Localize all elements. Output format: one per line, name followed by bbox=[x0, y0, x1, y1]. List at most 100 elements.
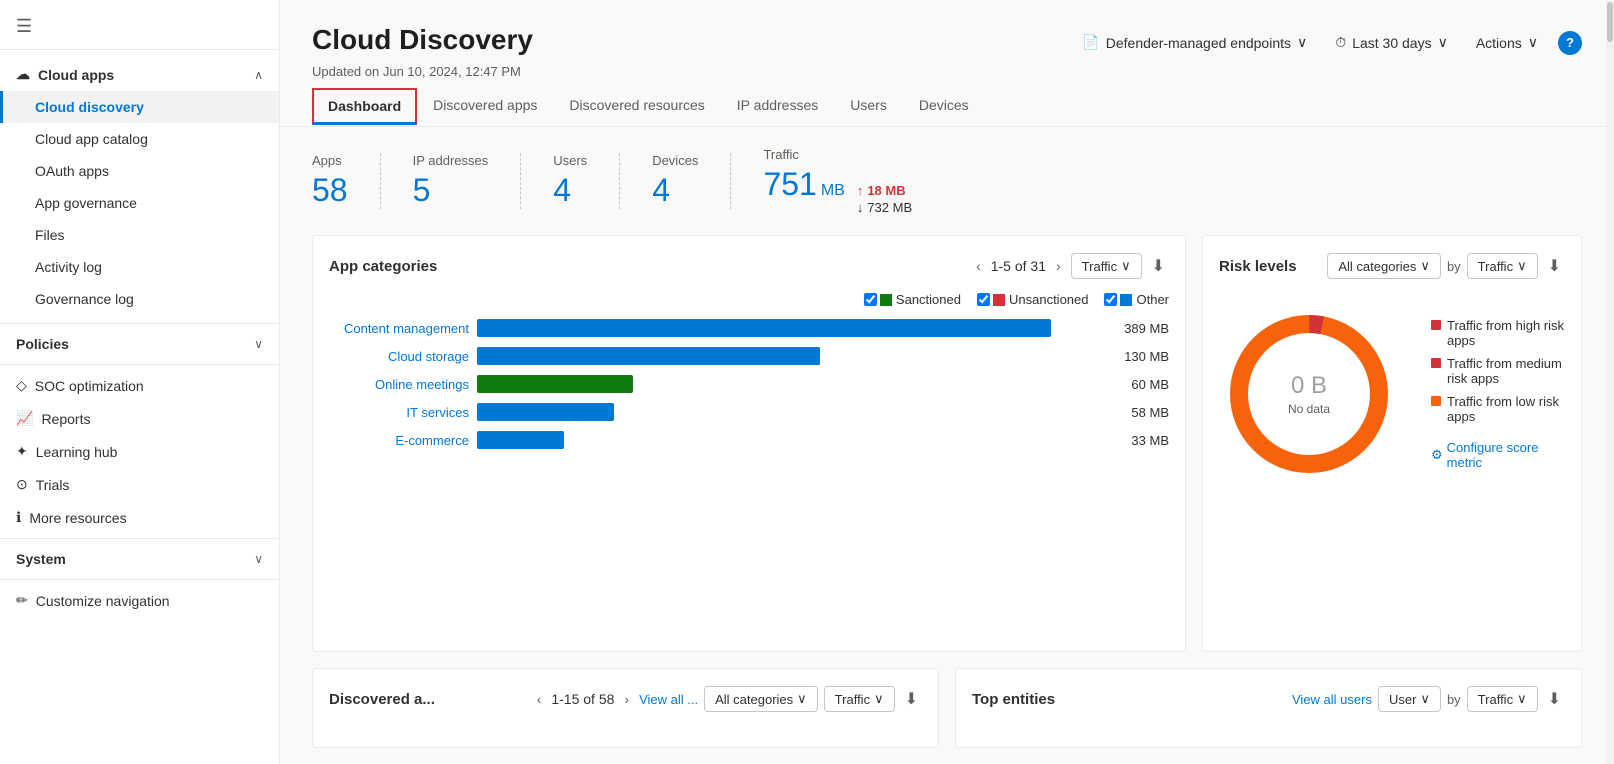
medium-risk-label: Traffic from medium risk apps bbox=[1447, 356, 1565, 386]
unsanctioned-dot bbox=[993, 294, 1005, 306]
risk-levels-title: Risk levels bbox=[1219, 258, 1297, 275]
sidebar-item-governance-log[interactable]: Governance log bbox=[0, 283, 279, 315]
disc-download-button[interactable]: ⬇ bbox=[901, 685, 922, 713]
more-resources-icon: ℹ bbox=[16, 509, 21, 526]
bar-track-1 bbox=[477, 347, 1101, 365]
discovered-apps-header: Discovered a... ‹ 1-15 of 58 › View all … bbox=[329, 685, 922, 713]
sidebar-item-customize-navigation[interactable]: ✏ Customize navigation bbox=[0, 584, 279, 617]
disc-traffic-chevron: ∨ bbox=[874, 691, 884, 707]
endpoints-label: Defender-managed endpoints bbox=[1106, 35, 1291, 51]
sanctioned-label: Sanctioned bbox=[896, 292, 961, 307]
sidebar: ☰ ☁ Cloud apps ∧ Cloud discovery Cloud a… bbox=[0, 0, 280, 764]
sidebar-item-soc-optimization[interactable]: ◇ SOC optimization bbox=[0, 369, 279, 402]
time-range-dropdown[interactable]: ⏱ Last 30 days ∨ bbox=[1327, 30, 1456, 55]
bar-track-2 bbox=[477, 375, 1101, 393]
disc-traffic-dropdown[interactable]: Traffic ∨ bbox=[824, 686, 895, 712]
tab-discovered-resources[interactable]: Discovered resources bbox=[553, 87, 720, 126]
sidebar-item-more-resources[interactable]: ℹ More resources bbox=[0, 501, 279, 534]
risk-download-button[interactable]: ⬇ bbox=[1544, 252, 1565, 280]
sidebar-item-cloud-app-catalog[interactable]: Cloud app catalog bbox=[0, 123, 279, 155]
sidebar-item-learning-hub[interactable]: ✦ Learning hub bbox=[0, 435, 279, 468]
configure-score-link[interactable]: ⚙ Configure score metric bbox=[1431, 440, 1565, 470]
disc-nav-prev-button[interactable]: ‹ bbox=[533, 689, 546, 709]
cloud-apps-header[interactable]: ☁ Cloud apps ∧ bbox=[0, 58, 279, 91]
stat-ip-addresses: IP addresses 5 bbox=[413, 153, 522, 209]
bar-label-0[interactable]: Content management bbox=[329, 321, 469, 336]
sidebar-item-cloud-discovery[interactable]: Cloud discovery bbox=[0, 91, 279, 123]
sidebar-item-app-governance[interactable]: App governance bbox=[0, 187, 279, 219]
bar-track-3 bbox=[477, 403, 1101, 421]
tab-users[interactable]: Users bbox=[834, 87, 903, 126]
actions-dropdown[interactable]: Actions ∨ bbox=[1468, 30, 1546, 55]
bar-label-1[interactable]: Cloud storage bbox=[329, 349, 469, 364]
risk-legend-medium: Traffic from medium risk apps bbox=[1431, 356, 1565, 386]
risk-category-dropdown[interactable]: All categories ∨ bbox=[1327, 253, 1441, 279]
bar-value-4: 33 MB bbox=[1109, 433, 1169, 448]
top-entities-user-dropdown[interactable]: User ∨ bbox=[1378, 686, 1441, 712]
top-entities-download-button[interactable]: ⬇ bbox=[1544, 685, 1565, 713]
scrollbar-thumb[interactable] bbox=[1607, 2, 1613, 42]
view-all-link[interactable]: View all ... bbox=[639, 692, 698, 707]
learning-icon: ✦ bbox=[16, 443, 28, 460]
more-resources-label: More resources bbox=[29, 510, 126, 526]
page-header: Cloud Discovery 📄 Defender-managed endpo… bbox=[280, 0, 1614, 56]
files-label: Files bbox=[35, 227, 65, 243]
app-categories-controls: ‹ 1-5 of 31 › Traffic ∨ ⬇ bbox=[972, 252, 1169, 280]
cloud-app-catalog-label: Cloud app catalog bbox=[35, 131, 148, 147]
tab-discovered-apps[interactable]: Discovered apps bbox=[417, 87, 553, 126]
time-range-label: Last 30 days bbox=[1352, 35, 1431, 51]
legend-unsanctioned: Unsanctioned bbox=[977, 292, 1089, 307]
sidebar-item-trials[interactable]: ⊙ Trials bbox=[0, 468, 279, 501]
risk-category-chevron: ∨ bbox=[1420, 258, 1430, 274]
devices-value: 4 bbox=[652, 172, 698, 209]
soc-icon: ◇ bbox=[16, 377, 27, 394]
top-entities-traffic-dropdown[interactable]: Traffic ∨ bbox=[1467, 686, 1538, 712]
risk-legend-high: Traffic from high risk apps bbox=[1431, 318, 1565, 348]
unsanctioned-checkbox[interactable] bbox=[977, 293, 990, 306]
other-checkbox[interactable] bbox=[1104, 293, 1117, 306]
risk-by-dropdown[interactable]: Traffic ∨ bbox=[1467, 253, 1538, 279]
nav-next-button[interactable]: › bbox=[1052, 256, 1065, 276]
app-governance-label: App governance bbox=[35, 195, 137, 211]
devices-label: Devices bbox=[652, 153, 698, 168]
sanctioned-dot bbox=[880, 294, 892, 306]
help-button[interactable]: ? bbox=[1558, 31, 1582, 55]
endpoints-dropdown[interactable]: 📄 Defender-managed endpoints ∨ bbox=[1074, 30, 1315, 55]
app-categories-download-button[interactable]: ⬇ bbox=[1148, 252, 1169, 280]
bar-label-3[interactable]: IT services bbox=[329, 405, 469, 420]
actions-chevron: ∨ bbox=[1528, 34, 1538, 51]
top-entities-controls: View all users User ∨ by Traffic ∨ ⬇ bbox=[1292, 685, 1565, 713]
scrollbar[interactable] bbox=[1606, 0, 1614, 764]
ip-addresses-label: IP addresses bbox=[413, 153, 489, 168]
sidebar-item-reports[interactable]: 📈 Reports bbox=[0, 402, 279, 435]
nav-prev-button[interactable]: ‹ bbox=[972, 256, 985, 276]
hamburger-icon[interactable]: ☰ bbox=[16, 16, 32, 37]
sidebar-item-oauth-apps[interactable]: OAuth apps bbox=[0, 155, 279, 187]
system-header[interactable]: System ∨ bbox=[0, 543, 279, 575]
page-title: Cloud Discovery bbox=[312, 24, 533, 56]
bar-label-4[interactable]: E-commerce bbox=[329, 433, 469, 448]
tab-dashboard[interactable]: Dashboard bbox=[312, 88, 417, 125]
policies-header[interactable]: Policies ∨ bbox=[0, 328, 279, 360]
main-content: Cloud Discovery 📄 Defender-managed endpo… bbox=[280, 0, 1614, 764]
sanctioned-checkbox[interactable] bbox=[864, 293, 877, 306]
endpoints-icon: 📄 bbox=[1082, 34, 1099, 51]
sidebar-item-files[interactable]: Files bbox=[0, 219, 279, 251]
trials-icon: ⊙ bbox=[16, 476, 28, 493]
sidebar-item-activity-log[interactable]: Activity log bbox=[0, 251, 279, 283]
top-entities-card: Top entities View all users User ∨ by Tr… bbox=[955, 668, 1582, 748]
bar-label-2[interactable]: Online meetings bbox=[329, 377, 469, 392]
policies-chevron: ∨ bbox=[254, 337, 263, 351]
donut-center: 0 B No data bbox=[1288, 372, 1330, 416]
policies-label: Policies bbox=[16, 336, 69, 352]
time-icon: ⏱ bbox=[1335, 34, 1346, 51]
sidebar-divider-system bbox=[0, 538, 279, 539]
disc-category-dropdown[interactable]: All categories ∨ bbox=[704, 686, 818, 712]
tab-devices[interactable]: Devices bbox=[903, 87, 985, 126]
view-all-users-link[interactable]: View all users bbox=[1292, 692, 1372, 707]
actions-label: Actions bbox=[1476, 35, 1522, 51]
tab-ip-addresses[interactable]: IP addresses bbox=[721, 87, 834, 126]
disc-nav-next-button[interactable]: › bbox=[620, 689, 633, 709]
traffic-filter-dropdown[interactable]: Traffic ∨ bbox=[1071, 253, 1142, 279]
bar-track-0 bbox=[477, 319, 1101, 337]
